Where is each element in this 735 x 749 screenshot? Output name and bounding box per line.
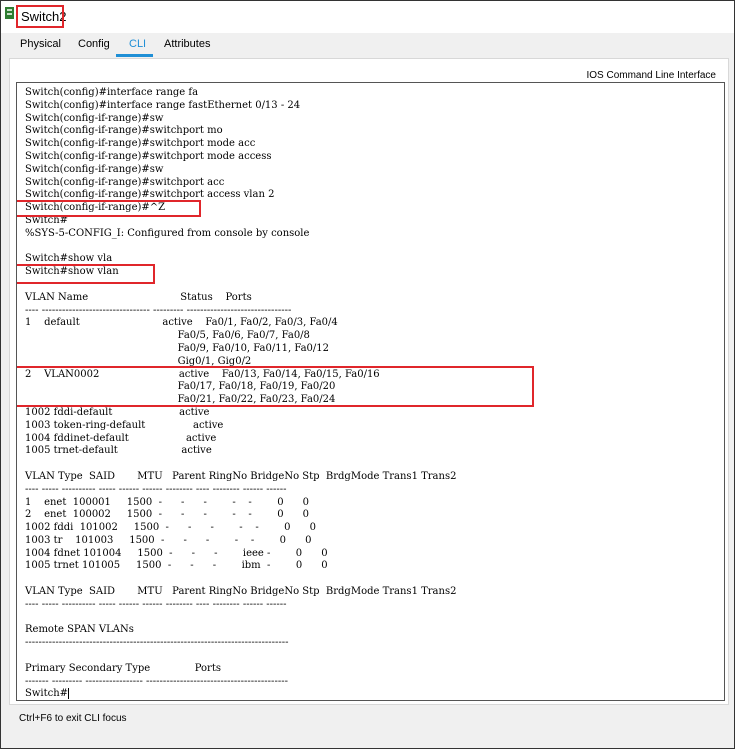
highlight-vlan2 xyxy=(17,366,534,407)
terminal-line: Switch(config-if-range)#switchport mode … xyxy=(25,138,256,150)
cli-terminal[interactable]: Switch(config)#interface range fa Switch(… xyxy=(16,82,725,701)
switch-app-icon xyxy=(5,7,14,19)
terminal-line: VLAN Type SAID MTU Parent RingNo BridgeN… xyxy=(25,470,457,482)
terminal-line: ---- ----- ---------- ----- ------ -----… xyxy=(25,483,287,495)
terminal-line: Remote SPAN VLANs xyxy=(25,624,134,636)
tab-attributes[interactable]: Attributes xyxy=(164,38,210,50)
terminal-line: 1 enet 100001 1500 - - - - - 0 0 xyxy=(25,496,310,508)
terminal-line: 1003 token-ring-default active xyxy=(25,419,224,431)
terminal-line: ---- -------------------------------- --… xyxy=(25,304,292,316)
terminal-line: Switch(config-if-range)#switchport acc xyxy=(25,176,225,188)
highlight-ctrl-z xyxy=(17,200,201,217)
terminal-line: %SYS-5-CONFIG_I: Configured from console… xyxy=(25,227,310,239)
terminal-line: VLAN Type SAID MTU Parent RingNo BridgeN… xyxy=(25,586,457,598)
terminal-line: VLAN Name Status Ports xyxy=(25,291,252,303)
terminal-line: Primary Secondary Type Ports xyxy=(25,662,221,674)
terminal-line: 1002 fddi-default active xyxy=(25,406,210,418)
terminal-line: 1004 fdnet 101004 1500 - - - ieee - 0 0 xyxy=(25,547,328,559)
switch-window: Switch2 Physical Config CLI Attributes I… xyxy=(0,0,735,749)
terminal-line: Switch(config)#interface range fa xyxy=(25,87,199,98)
tab-physical[interactable]: Physical xyxy=(20,38,61,50)
terminal-line: Switch(config-if-range)#sw xyxy=(25,112,164,124)
terminal-line: Fa0/5, Fa0/6, Fa0/7, Fa0/8 xyxy=(25,330,310,342)
terminal-line: 1 default active Fa0/1, Fa0/2, Fa0/3, Fa… xyxy=(25,317,338,329)
footer-hint: Ctrl+F6 to exit CLI focus xyxy=(19,713,127,724)
active-tab-indicator xyxy=(116,54,153,57)
terminal-line: 1005 trnet 101005 1500 - - - ibm - 0 0 xyxy=(25,560,328,572)
terminal-line: Switch# xyxy=(25,688,70,700)
terminal-line: 2 enet 100002 1500 - - - - - 0 0 xyxy=(25,509,310,521)
terminal-line: Switch(config)#interface range fastEther… xyxy=(25,99,301,111)
terminal-line: Switch(config-if-range)#sw xyxy=(25,163,164,175)
terminal-line: Fa0/9, Fa0/10, Fa0/11, Fa0/12 xyxy=(25,342,329,354)
tab-cli[interactable]: CLI xyxy=(129,38,146,50)
terminal-line: 1002 fddi 101002 1500 - - - - - 0 0 xyxy=(25,522,316,534)
title-highlight-box xyxy=(16,5,64,28)
terminal-line: ----------------------------------------… xyxy=(25,637,289,649)
terminal-line: 1004 fddinet-default active xyxy=(25,432,217,444)
panel-header: IOS Command Line Interface xyxy=(586,70,716,81)
tab-config[interactable]: Config xyxy=(78,38,110,50)
terminal-line: ---- ----- ---------- ----- ------ -----… xyxy=(25,598,287,610)
title-bar: Switch2 xyxy=(1,1,734,33)
terminal-line: Switch(config-if-range)#switchport mo xyxy=(25,125,223,137)
terminal-line: Switch(config-if-range)#switchport mode … xyxy=(25,150,272,162)
highlight-show-vlan xyxy=(17,264,155,284)
text-cursor xyxy=(68,688,70,700)
terminal-line: 1005 trnet-default active xyxy=(25,445,212,457)
terminal-line: 1003 tr 101003 1500 - - - - - 0 0 xyxy=(25,534,312,546)
terminal-line: ------- --------- ----------------- ----… xyxy=(25,675,288,687)
